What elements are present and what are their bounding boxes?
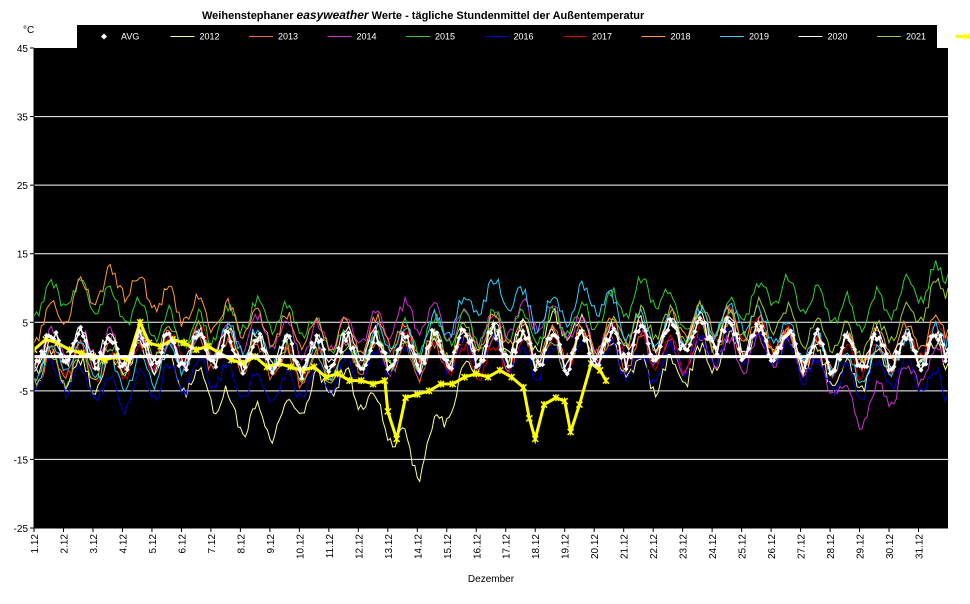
y-axis-unit-label: °C [23, 25, 34, 36]
legend-label-2019: 2019 [749, 32, 769, 42]
title-prefix: Weihenstephaner [202, 10, 297, 22]
x-tick-label-15-12: 15.12 [443, 534, 454, 559]
y-tick-label--5: -5 [19, 387, 28, 398]
x-tick-label-1-12: 1.12 [30, 534, 41, 554]
x-tick-label-11-12: 11.12 [325, 534, 336, 559]
x-tick-label-13-12: 13.12 [384, 534, 395, 559]
x-tick-label-10-12: 10.12 [295, 534, 306, 559]
x-tick-label-5-12: 5.12 [148, 534, 159, 554]
x-tick-label-25-12: 25.12 [738, 534, 749, 559]
x-tick-label-29-12: 29.12 [856, 534, 867, 559]
legend-label-2020: 2020 [828, 32, 848, 42]
x-tick-label-19-12: 19.12 [561, 534, 572, 559]
x-tick-label-17-12: 17.12 [502, 534, 513, 559]
plot-area [34, 48, 948, 528]
x-tick-label-9-12: 9.12 [266, 534, 277, 554]
x-tick-label-18-12: 18.12 [531, 534, 542, 559]
x-tick-label-7-12: 7.12 [207, 534, 218, 554]
y-tick-label-15: 15 [17, 250, 29, 261]
y-tick-label--25: -25 [14, 524, 29, 535]
y-tick-label-35: 35 [17, 113, 29, 124]
legend-label-avg: AVG [121, 32, 139, 42]
legend-label-2018: 2018 [671, 32, 691, 42]
x-tick-label-4-12: 4.12 [118, 534, 129, 554]
x-tick-label-21-12: 21.12 [620, 534, 631, 559]
legend-label-2017: 2017 [592, 32, 612, 42]
x-tick-label-20-12: 20.12 [590, 534, 601, 559]
legend: AVG 2012 2013 2014 2015 2016 2017 2018 2019 2020 2… [77, 25, 970, 48]
x-tick-label-28-12: 28.12 [826, 534, 837, 559]
title-emphasis: easyweather [297, 8, 370, 22]
x-tick-label-3-12: 3.12 [89, 534, 100, 554]
x-tick-label-8-12: 8.12 [236, 534, 247, 554]
legend-label-2016: 2016 [514, 32, 534, 42]
y-tick-label-25: 25 [17, 181, 29, 192]
x-tick-label-31-12: 31.12 [915, 534, 926, 559]
legend-label-2012: 2012 [200, 32, 220, 42]
x-tick-label-23-12: 23.12 [679, 534, 690, 559]
x-tick-label-22-12: 22.12 [649, 534, 660, 559]
temperature-chart: Weihenstephaner easyweather Werte - tägl… [14, 8, 970, 585]
x-axis-ticks: 1.12 2.12 3.12 4.12 5.12 6.12 7.12 8.12 9.12 10.1… [30, 527, 948, 559]
x-tick-label-12-12: 12.12 [354, 534, 365, 559]
legend-label-2013: 2013 [278, 32, 298, 42]
legend-label-2014: 2014 [357, 32, 377, 42]
x-tick-label-30-12: 30.12 [885, 534, 896, 559]
x-tick-label-16-12: 16.12 [472, 534, 483, 559]
x-tick-label-6-12: 6.12 [177, 534, 188, 554]
x-tick-label-27-12: 27.12 [797, 534, 808, 559]
x-tick-label-24-12: 24.12 [708, 534, 719, 559]
title-suffix: Werte - tägliche Stundenmittel der Außen… [369, 10, 645, 22]
y-tick-label-45: 45 [17, 44, 29, 55]
y-tick-label--15: -15 [14, 455, 29, 466]
chart-title: Weihenstephaner easyweather Werte - tägl… [202, 8, 645, 22]
legend-label-2021: 2021 [906, 32, 926, 42]
x-axis-title: Dezember [468, 574, 515, 585]
legend-label-2015: 2015 [435, 32, 455, 42]
x-tick-label-26-12: 26.12 [767, 534, 778, 559]
y-axis-ticks: -25 -15 -5 5 15 25 35 45 [14, 44, 35, 535]
x-tick-label-2-12: 2.12 [59, 534, 70, 554]
x-tick-label-14-12: 14.12 [413, 534, 424, 559]
y-tick-label-5: 5 [22, 318, 28, 329]
